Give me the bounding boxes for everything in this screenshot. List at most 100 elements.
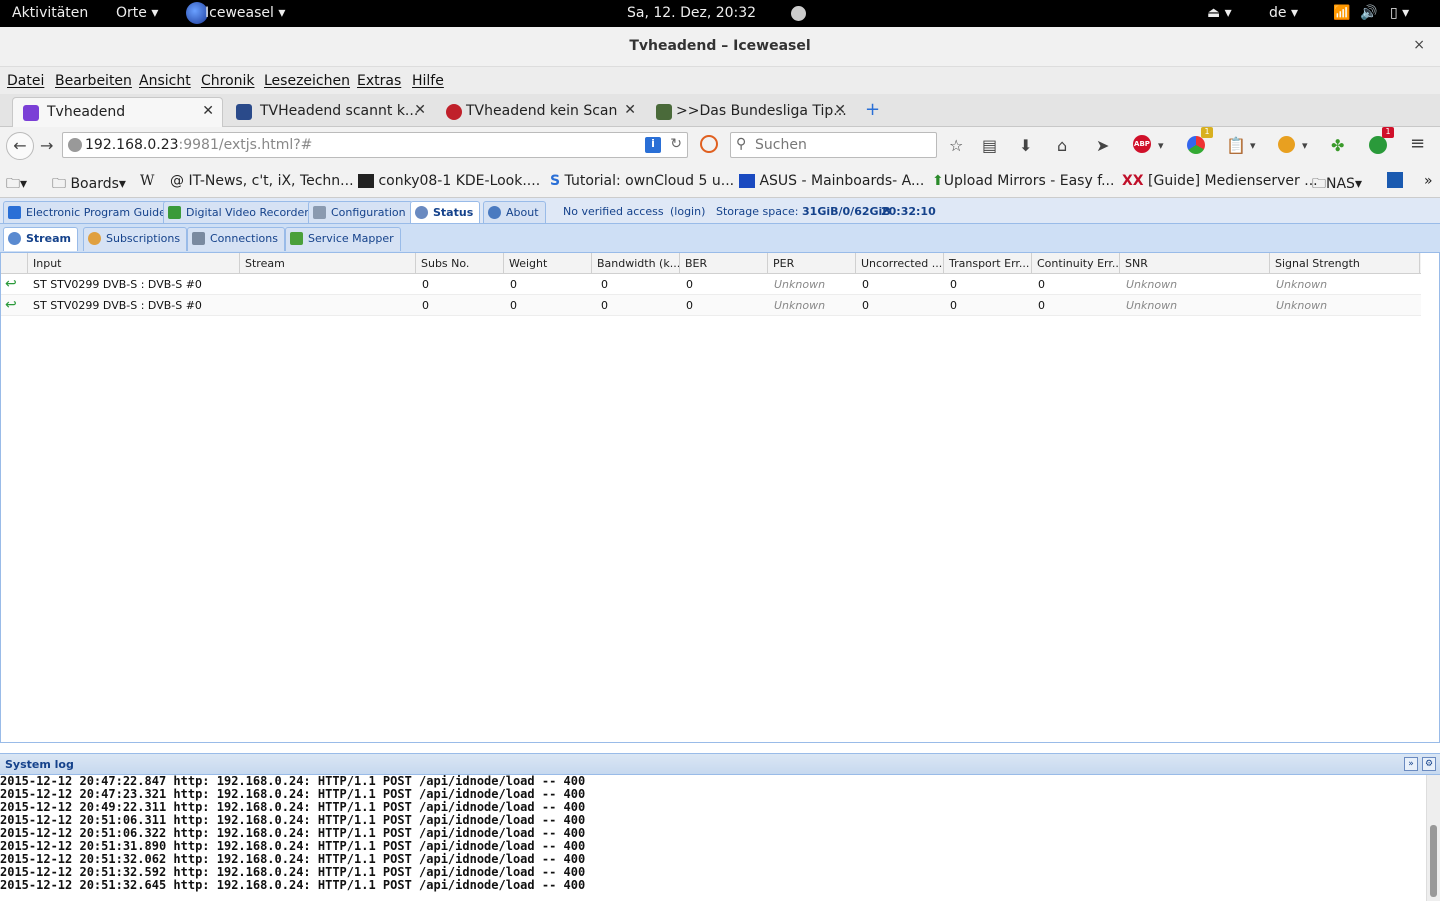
forward-button[interactable]: → <box>40 136 53 155</box>
globe-icon <box>68 138 82 152</box>
info-icon[interactable]: i <box>645 137 661 153</box>
tab-about[interactable]: About <box>483 201 546 223</box>
col-subs-no[interactable]: Subs No. <box>416 253 504 274</box>
battery-icon[interactable]: ▯ ▾ <box>1390 5 1409 21</box>
col-input[interactable]: Input <box>28 253 240 274</box>
table-row[interactable]: ↩ ST STV0299 DVB-S : DVB-S #0 0 0 0 0 Un… <box>1 295 1421 316</box>
col-continuity-errors[interactable]: Continuity Err... <box>1032 253 1120 274</box>
col-stream[interactable]: Stream <box>240 253 416 274</box>
server-time: 20:32:10 <box>881 205 936 218</box>
adblock-dropdown-icon[interactable]: ▾ <box>1158 139 1164 152</box>
wrench-icon <box>313 206 326 219</box>
tab-epg[interactable]: Electronic Program Guide <box>3 201 173 223</box>
tvheadend-favicon-icon <box>23 105 39 121</box>
raspberry-favicon-icon <box>446 104 462 120</box>
volume-icon[interactable]: 🔊 <box>1360 5 1377 21</box>
bookmark-globe-icon[interactable] <box>1387 172 1403 188</box>
menu-chronik[interactable]: Chronik <box>201 73 255 89</box>
epg-icon <box>8 206 21 219</box>
wifi-icon[interactable]: 📶 <box>1333 5 1350 21</box>
subtab-stream[interactable]: Stream <box>3 227 78 251</box>
eject-icon[interactable]: ⏏ ▾ <box>1207 5 1232 21</box>
tab-tvheadend[interactable]: Tvheadend ✕ <box>12 97 223 127</box>
bookmark-wikipedia[interactable]: W <box>140 173 154 189</box>
subtab-service-mapper[interactable]: Service Mapper <box>285 227 401 251</box>
reading-list-icon[interactable]: ▤ <box>982 136 997 155</box>
clipboard-dropdown-icon[interactable]: ▾ <box>1250 139 1256 152</box>
url-bar[interactable]: 192.168.0.23:9981/extjs.html?# i ↻ <box>62 132 688 158</box>
bookmark-asus[interactable]: ASUS - Mainboards- A... <box>739 173 924 189</box>
tab-bundesliga[interactable]: >>Das Bundesliga Tip... ✕ <box>646 97 854 127</box>
adblock-icon[interactable]: ABP <box>1133 135 1151 153</box>
app-menu[interactable]: Iceweasel ▾ <box>205 5 285 21</box>
noscript-icon[interactable] <box>700 135 718 153</box>
tab-dvr[interactable]: Digital Video Recorder <box>163 201 316 223</box>
home-icon[interactable]: ⌂ <box>1057 136 1067 155</box>
bookmark-upload-mirrors[interactable]: ⬆Upload Mirrors - Easy f... <box>932 173 1114 189</box>
bookmark-star-icon[interactable]: ☆ <box>949 136 963 155</box>
tab-status[interactable]: Status <box>410 201 481 223</box>
hamburger-menu-icon[interactable]: ≡ <box>1410 133 1425 154</box>
tab-kein-scan[interactable]: TVheadend kein Scan ✕ <box>436 97 644 127</box>
col-bandwidth[interactable]: Bandwidth (k... <box>592 253 680 274</box>
send-icon[interactable]: ➤ <box>1096 136 1109 155</box>
bookmarks-menu-icon[interactable]: 🗀▾ <box>6 173 27 197</box>
tab-close-icon[interactable]: ✕ <box>202 103 214 119</box>
tab-close-icon[interactable]: ✕ <box>834 102 846 118</box>
bookmark-owncloud[interactable]: S Tutorial: ownCloud 5 u... <box>550 173 734 189</box>
clipboard-icon[interactable]: 📋 <box>1226 136 1246 155</box>
new-tab-button[interactable]: + <box>860 97 886 127</box>
log-scroll-thumb[interactable] <box>1430 825 1437 897</box>
col-uncorrected[interactable]: Uncorrected ... <box>856 253 944 274</box>
tab-close-icon[interactable]: ✕ <box>414 102 426 118</box>
menu-bar: Datei Bearbeiten Ansicht Chronik Lesezei… <box>0 67 1440 94</box>
table-row[interactable]: ↩ ST STV0299 DVB-S : DVB-S #0 0 0 0 0 Un… <box>1 274 1421 295</box>
collapse-icon[interactable]: » <box>1404 757 1418 771</box>
back-button[interactable]: ← <box>6 132 34 160</box>
places-menu[interactable]: Orte ▾ <box>116 5 158 21</box>
col-weight[interactable]: Weight <box>504 253 592 274</box>
login-link[interactable]: (login) <box>670 205 705 218</box>
clock[interactable]: Sa, 12. Dez, 20:32 <box>627 5 756 21</box>
bookmark-heise[interactable]: @ IT-News, c't, iX, Techn... <box>170 173 354 189</box>
col-transport-errors[interactable]: Transport Err... <box>944 253 1032 274</box>
gnome-top-bar: Aktivitäten Orte ▾ Iceweasel ▾ Sa, 12. D… <box>0 0 1440 27</box>
keyboard-layout-menu[interactable]: de ▾ <box>1269 5 1298 21</box>
greasemonkey-dropdown-icon[interactable]: ▾ <box>1302 139 1308 152</box>
green-addon-icon[interactable] <box>1369 136 1387 154</box>
asus-icon <box>739 174 755 188</box>
menu-lesezeichen[interactable]: Lesezeichen <box>264 73 350 89</box>
colorful-addon-icon[interactable] <box>1187 136 1205 154</box>
bookmark-nas[interactable]: 🗀NAS▾ <box>1312 173 1362 197</box>
greasemonkey-icon[interactable] <box>1278 136 1295 153</box>
bookmark-kde-look[interactable]: conky08-1 KDE-Look.... <box>358 173 540 189</box>
col-signal-strength[interactable]: Signal Strength <box>1270 253 1420 274</box>
tab-close-icon[interactable]: ✕ <box>624 102 636 118</box>
subtab-connections[interactable]: Connections <box>187 227 285 251</box>
notification-icon[interactable] <box>791 6 806 21</box>
url-path: :9981/extjs.html?# <box>178 137 313 153</box>
menu-extras[interactable]: Extras <box>357 73 401 89</box>
activities-button[interactable]: Aktivitäten <box>12 5 88 21</box>
reload-icon[interactable]: ↻ <box>670 136 682 152</box>
bookmark-medienserver[interactable]: XX [Guide] Medienserver ... <box>1122 173 1318 189</box>
col-per[interactable]: PER <box>768 253 856 274</box>
puzzle-addon-icon[interactable]: ✤ <box>1331 136 1344 155</box>
subtab-subscriptions[interactable]: Subscriptions <box>83 227 188 251</box>
tab-configuration[interactable]: Configuration <box>308 201 413 223</box>
col-snr[interactable]: SNR <box>1120 253 1270 274</box>
menu-datei[interactable]: Datei <box>7 73 44 89</box>
search-input[interactable]: ⚲ Suchen <box>730 132 937 158</box>
window-close-button[interactable]: × <box>1413 37 1425 53</box>
gear-icon[interactable]: ⚙ <box>1422 757 1436 771</box>
access-status: No verified access <box>563 205 664 218</box>
menu-bearbeiten[interactable]: Bearbeiten <box>55 73 132 89</box>
log-scrollbar[interactable] <box>1426 775 1440 901</box>
download-icon[interactable]: ⬇ <box>1019 136 1032 155</box>
bookmarks-overflow-icon[interactable]: » <box>1424 173 1433 189</box>
bookmark-boards[interactable]: 🗀 Boards▾ <box>52 173 126 197</box>
col-ber[interactable]: BER <box>680 253 768 274</box>
menu-hilfe[interactable]: Hilfe <box>412 73 444 89</box>
tab-scannt[interactable]: TVHeadend scannt k... ✕ <box>226 97 434 127</box>
menu-ansicht[interactable]: Ansicht <box>139 73 191 89</box>
